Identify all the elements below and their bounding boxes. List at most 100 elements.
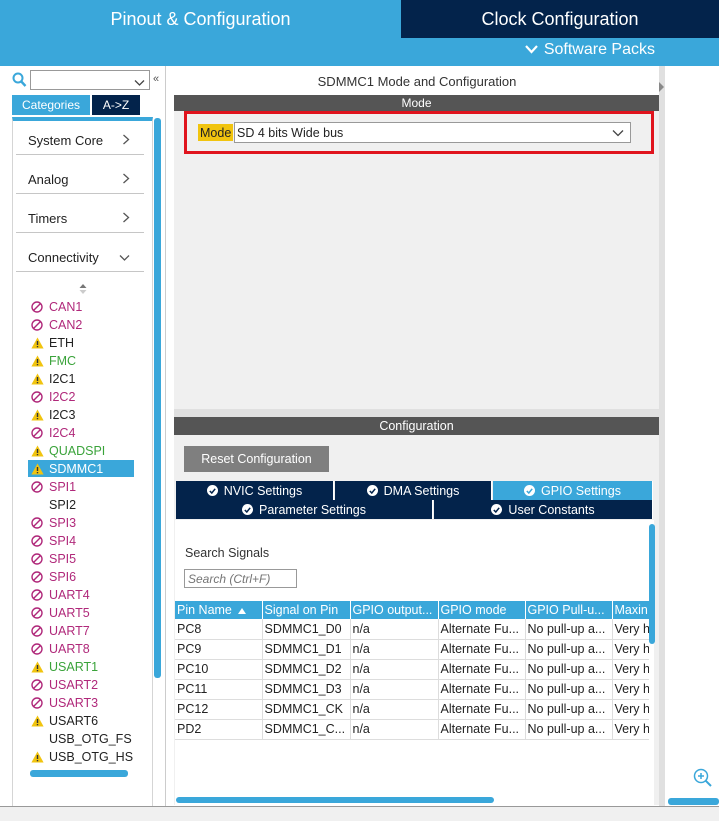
peripheral-item-i2c4[interactable]: I2C4 — [30, 424, 135, 441]
peripheral-label: UART5 — [49, 605, 90, 620]
software-packs-menu[interactable]: Software Packs — [525, 41, 655, 59]
table-cell: PC8 — [175, 619, 263, 640]
tab-pinout-configuration[interactable]: Pinout & Configuration — [0, 0, 401, 38]
peripheral-item-spi1[interactable]: SPI1 — [30, 478, 135, 495]
peripheral-item-i2c2[interactable]: I2C2 — [30, 388, 135, 405]
column-header-label: Signal on Pin — [264, 603, 339, 617]
peripheral-item-uart7[interactable]: UART7 — [30, 622, 135, 639]
collapse-arrow-icon[interactable] — [659, 80, 665, 97]
table-row[interactable]: PC8 SDMMC1_D0 n/a Alternate Fu... No pull-up… — [175, 619, 649, 640]
column-header[interactable]: Pin Name — [175, 601, 263, 619]
table-row[interactable]: PD2 SDMMC1_C... n/a Alternate Fu... No pull-… — [175, 719, 649, 740]
disabled-icon — [30, 696, 44, 710]
peripheral-label: USART1 — [49, 659, 99, 674]
column-header[interactable]: Maxin — [612, 601, 649, 619]
peripheral-item-sdmmc1[interactable]: SDMMC1 — [28, 460, 134, 477]
peripheral-item-spi2[interactable]: SPI2 — [30, 496, 135, 513]
table-cell: Alternate Fu... — [438, 619, 526, 640]
peripheral-item-uart8[interactable]: UART8 — [30, 640, 135, 657]
zoom-in-icon[interactable] — [693, 768, 713, 788]
disabled-icon — [30, 300, 44, 314]
table-cell: PC12 — [175, 699, 263, 720]
pane-splitter[interactable] — [174, 409, 659, 417]
peripheral-item-eth[interactable]: ETH — [30, 334, 135, 351]
category-connectivity[interactable]: Connectivity — [16, 244, 144, 272]
search-signals-input[interactable] — [184, 569, 297, 588]
column-header[interactable]: GPIO mode — [438, 601, 526, 619]
peripheral-item-i2c3[interactable]: I2C3 — [30, 406, 135, 423]
table-cell: SDMMC1_D2 — [262, 659, 351, 680]
peripheral-item-usart6[interactable]: USART6 — [30, 712, 135, 729]
peripheral-item-quadspi[interactable]: QUADSPI — [30, 442, 135, 459]
peripheral-item-usart3[interactable]: USART3 — [30, 694, 135, 711]
table-cell: Alternate Fu... — [438, 679, 526, 700]
disabled-icon — [30, 678, 44, 692]
reset-configuration-button[interactable]: Reset Configuration — [184, 446, 329, 472]
peripheral-item-spi4[interactable]: SPI4 — [30, 532, 135, 549]
mode-label: Mode — [198, 124, 234, 141]
disabled-icon — [30, 426, 44, 440]
peripheral-label: USART3 — [49, 695, 99, 710]
table-row[interactable]: PC10 SDMMC1_D2 n/a Alternate Fu... No pull-u… — [175, 659, 649, 680]
peripheral-item-usb_otg_hs[interactable]: USB_OTG_HS — [30, 748, 135, 765]
peripheral-label: I2C2 — [49, 389, 76, 404]
tab-user-constants[interactable]: User Constants — [434, 500, 653, 519]
table-cell: n/a — [350, 619, 439, 640]
table-cell: No pull-up a... — [525, 639, 613, 660]
table-row[interactable]: PC9 SDMMC1_D1 n/a Alternate Fu... No pull-up… — [175, 639, 649, 660]
sort-icon[interactable] — [79, 282, 87, 297]
table-cell: n/a — [350, 679, 439, 700]
table-cell: Very h — [612, 619, 649, 640]
mode-select[interactable]: SD 4 bits Wide bus — [234, 122, 631, 143]
peripheral-item-can1[interactable]: CAN1 — [30, 298, 135, 315]
table-horizontal-scrollbar[interactable] — [176, 797, 494, 803]
peripheral-label: SPI5 — [49, 551, 77, 566]
sidebar-vertical-scrollbar[interactable] — [154, 118, 161, 678]
peripheral-item-can2[interactable]: CAN2 — [30, 316, 135, 333]
category-label: Connectivity — [28, 250, 99, 265]
sidebar-horizontal-scrollbar[interactable] — [30, 770, 128, 777]
tab-categories[interactable]: Categories — [12, 95, 90, 115]
tab-a-z[interactable]: A->Z — [92, 95, 140, 115]
peripheral-item-usart2[interactable]: USART2 — [30, 676, 135, 693]
category-label: System Core — [28, 133, 104, 148]
category-search-input[interactable] — [30, 70, 150, 90]
column-header[interactable]: GPIO output... — [350, 601, 439, 619]
table-vertical-scrollbar[interactable] — [649, 524, 655, 644]
column-header-label: Maxin — [614, 603, 648, 617]
column-header-label: GPIO output... — [352, 603, 433, 617]
tab-dma-settings[interactable]: DMA Settings — [335, 481, 492, 500]
category-analog[interactable]: Analog — [16, 166, 144, 194]
table-row[interactable]: PC12 SDMMC1_CK n/a Alternate Fu... No pull-u… — [175, 699, 649, 720]
right-horizontal-scrollbar[interactable] — [668, 798, 719, 805]
column-header[interactable]: GPIO Pull-u... — [525, 601, 613, 619]
right-pane-divider[interactable] — [659, 66, 665, 806]
collapse-icon[interactable]: « — [153, 73, 159, 85]
tab-nvic-settings[interactable]: NVIC Settings — [176, 481, 334, 500]
peripheral-item-usb_otg_fs[interactable]: USB_OTG_FS — [30, 730, 135, 747]
column-header[interactable]: Signal on Pin — [262, 601, 351, 619]
gpio-table: Pin Name Signal on Pin GPIO output... GPIO … — [175, 601, 649, 741]
table-cell: Alternate Fu... — [438, 659, 526, 680]
check-icon — [206, 485, 218, 496]
tab-gpio-settings[interactable]: GPIO Settings — [493, 481, 653, 500]
peripheral-item-uart4[interactable]: UART4 — [30, 586, 135, 603]
peripheral-item-spi3[interactable]: SPI3 — [30, 514, 135, 531]
warning-icon — [30, 660, 44, 674]
category-label: Timers — [28, 211, 68, 226]
peripheral-item-spi6[interactable]: SPI6 — [30, 568, 135, 585]
status-bar — [0, 806, 719, 821]
tab-clock-configuration[interactable]: Clock Configuration — [401, 0, 719, 38]
category-system-core[interactable]: System Core — [16, 127, 144, 155]
peripheral-item-fmc[interactable]: FMC — [30, 352, 135, 369]
table-cell: PC9 — [175, 639, 263, 660]
peripheral-item-spi5[interactable]: SPI5 — [30, 550, 135, 567]
peripheral-item-i2c1[interactable]: I2C1 — [30, 370, 135, 387]
category-timers[interactable]: Timers — [16, 205, 144, 233]
peripheral-item-usart1[interactable]: USART1 — [30, 658, 135, 675]
table-row[interactable]: PC11 SDMMC1_D3 n/a Alternate Fu... No pull-u… — [175, 679, 649, 700]
tab-parameter-settings[interactable]: Parameter Settings — [176, 500, 433, 519]
peripheral-item-uart5[interactable]: UART5 — [30, 604, 135, 621]
peripheral-label: USB_OTG_FS — [49, 731, 132, 746]
peripheral-label: FMC — [49, 353, 77, 368]
